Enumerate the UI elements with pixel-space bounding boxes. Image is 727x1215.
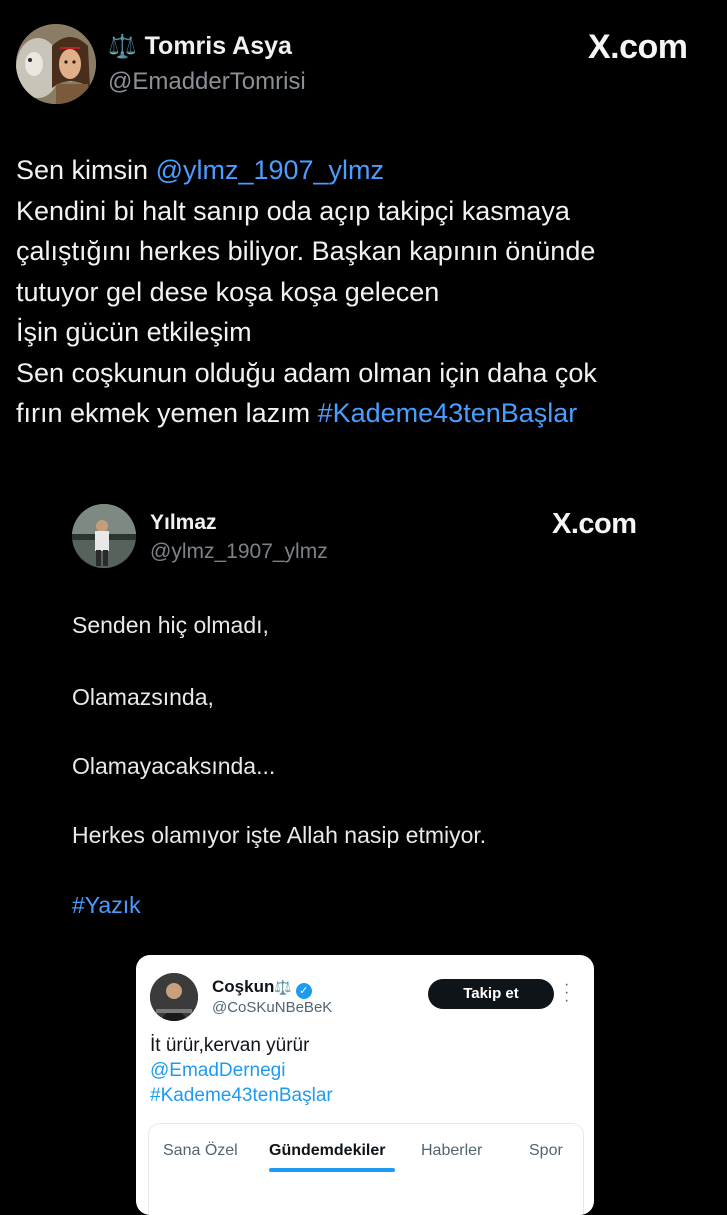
xcom-logo: X.com <box>588 28 688 67</box>
explore-tabs: Sana Özel Gündemdekiler Haberler Spor <box>148 1123 584 1215</box>
tab-sana-ozel[interactable]: Sana Özel <box>163 1142 238 1160</box>
tweet-line-text: Sen kimsin <box>16 155 156 185</box>
tweet-body: Sen kimsin @ylmz_1907_ylmz Kendini bi ha… <box>16 150 716 434</box>
quoted-paragraph: Herkes olamıyor işte Allah nasip etmiyor… <box>72 822 487 848</box>
tab-spor[interactable]: Spor <box>529 1142 563 1160</box>
author-avatar[interactable] <box>16 24 96 104</box>
quoted-paragraph: Olamayacaksında... <box>72 753 276 779</box>
tweet-line: Sen coşkunun olduğu adam olman için daha… <box>16 357 597 388</box>
card-author-avatar[interactable] <box>150 973 198 1021</box>
tweet-line: tutuyor gel dese koşa koşa gelecen <box>16 276 440 307</box>
author-name: Tomris Asya <box>144 32 292 60</box>
scales-icon: ⚖️ <box>108 33 137 59</box>
xcom-label: X.com <box>588 28 688 66</box>
more-vertical-icon[interactable]: · · · <box>564 977 569 1009</box>
tweet-line-text: fırın ekmek yemen lazım <box>16 398 318 428</box>
card-tweet-text: İt ürür,kervan yürür <box>150 1035 310 1056</box>
quoted-hashtag-link[interactable]: #Yazık <box>72 892 141 919</box>
tweet-line: Sen kimsin @ylmz_1907_ylmz <box>16 150 716 191</box>
author-name-row[interactable]: ⚖️ Tomris Asya <box>108 32 292 61</box>
quoted-paragraph: Olamazsında, <box>72 684 214 710</box>
quoted-paragraph: Senden hiç olmadı, <box>72 612 269 638</box>
tweet-line: çalıştığını herkes biliyor. Başkan kapın… <box>16 236 596 266</box>
quoted-author-avatar[interactable] <box>72 504 136 568</box>
quoted-author-name[interactable]: Yılmaz <box>150 511 217 535</box>
card-author-name-row[interactable]: Coşkun⚖️ ✓ <box>212 977 312 999</box>
verified-icon: ✓ <box>295 983 312 999</box>
follow-button[interactable]: Takip et <box>428 979 554 1009</box>
tweet-line: İşin gücün etkileşim <box>16 317 252 347</box>
author-handle[interactable]: @EmadderTomrisi <box>108 68 306 96</box>
tweet-line: fırın ekmek yemen lazım #Kademe43tenBaşl… <box>16 393 716 434</box>
embedded-screenshot-card: Coşkun⚖️ ✓ @CoSKuNBeBeK Takip et · · · İt ü… <box>136 955 594 1215</box>
active-tab-indicator <box>269 1168 395 1172</box>
quoted-author-handle[interactable]: @ylmz_1907_ylmz <box>150 540 328 564</box>
card-hashtag-link[interactable]: #Kademe43tenBaşlar <box>150 1085 333 1107</box>
mention-link[interactable]: @ylmz_1907_ylmz <box>156 155 385 185</box>
card-mention-link[interactable]: @EmadDernegi <box>150 1060 285 1082</box>
tab-gundemdekiler[interactable]: Gündemdekiler <box>269 1142 385 1160</box>
tab-haberler[interactable]: Haberler <box>421 1142 482 1160</box>
card-author-name: Coşkun <box>212 977 275 996</box>
tweet-line: Kendini bi halt sanıp oda açıp takipçi k… <box>16 195 570 226</box>
quoted-xcom-label: X.com <box>552 508 637 540</box>
scales-icon: ⚖️ <box>274 979 292 995</box>
quoted-xcom-logo: X.com <box>552 508 637 541</box>
hashtag-link[interactable]: #Kademe43tenBaşlar <box>318 398 578 428</box>
card-author-handle[interactable]: @CoSKuNBeBeK <box>212 999 332 1016</box>
